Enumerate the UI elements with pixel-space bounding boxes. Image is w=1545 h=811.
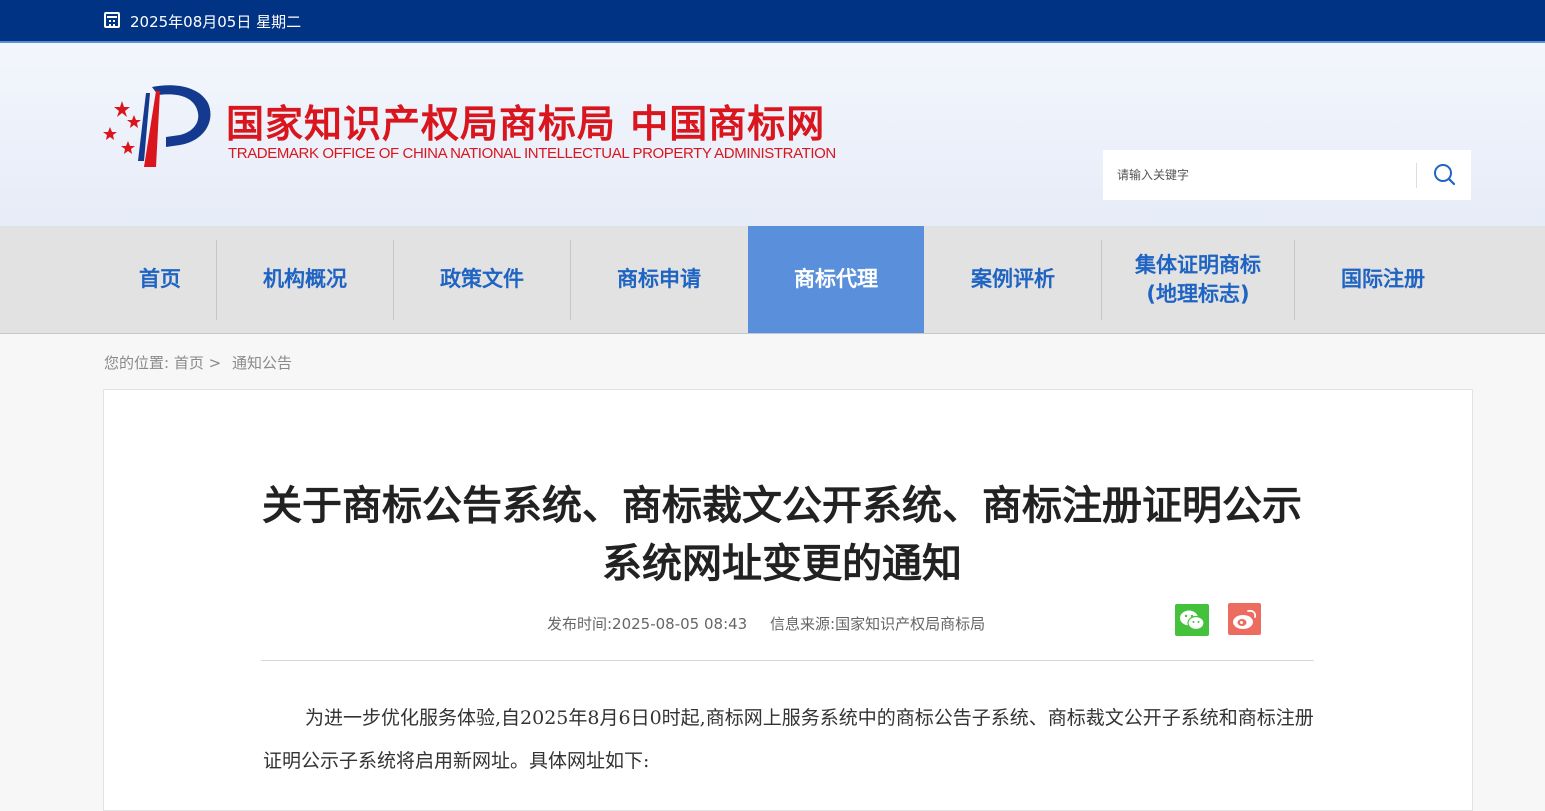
nav-agency[interactable]: 商标代理 (748, 226, 924, 333)
nav-policy[interactable]: 政策文件 (394, 226, 570, 333)
search-icon (1434, 164, 1456, 186)
nav-home[interactable]: 首页 (104, 226, 216, 333)
calendar-icon (104, 12, 120, 28)
article-title-text: 关于商标公告系统、商标裁文公开系统、商标注册证明公示系统网址变更的通知 (262, 483, 1302, 587)
wechat-icon (1180, 610, 1205, 631)
publish-time: 发布时间:2025-08-05 08:43 (547, 615, 748, 633)
nav-collective-marks[interactable]: 集体证明商标 (地理标志) (1102, 226, 1294, 333)
info-source: 信息来源:国家知识产权局商标局 (770, 615, 986, 633)
current-date: 2025年08月05日 星期二 (130, 13, 302, 31)
share-weibo-button[interactable] (1228, 603, 1261, 635)
article-meta: 发布时间:2025-08-05 08:43 信息来源:国家知识产权局商标局 (547, 613, 985, 634)
top-bar: 2025年08月05日 星期二 (0, 0, 1545, 43)
weibo-icon (1233, 609, 1257, 629)
logo-title-en[interactable]: TRADEMARK OFFICE OF CHINA NATIONAL INTEL… (228, 145, 836, 162)
breadcrumb-prefix: 您的位置: (104, 354, 170, 372)
nav-international[interactable]: 国际注册 (1295, 226, 1471, 333)
article-paragraph: 为进一步优化服务体验,自2025年8月6日0时起,商标网上服务系统中的商标公告子… (263, 707, 1314, 772)
article-title: 关于商标公告系统、商标裁文公开系统、商标注册证明公示系统网址变更的通知 (0, 477, 1545, 593)
article-divider (261, 660, 1314, 661)
nav-application[interactable]: 商标申请 (571, 226, 747, 333)
breadcrumb-separator: > (208, 354, 222, 372)
nav-about[interactable]: 机构概况 (217, 226, 393, 333)
nav-cases[interactable]: 案例评析 (925, 226, 1101, 333)
search-divider (1416, 163, 1417, 188)
breadcrumb-current[interactable]: 通知公告 (232, 354, 292, 372)
share-wechat-button[interactable] (1175, 604, 1209, 636)
main-nav: 首页 机构概况 政策文件 商标申请 商标代理 案例评析 集体证明商标 (地理标志… (0, 226, 1545, 334)
site-header: 国家知识产权局商标局 中国商标网 TRADEMARK OFFICE OF CHI… (0, 43, 1545, 226)
search-button[interactable] (1428, 160, 1460, 190)
breadcrumb-home[interactable]: 首页 (174, 354, 204, 372)
article-body: 为进一步优化服务体验,自2025年8月6日0时起,商标网上服务系统中的商标公告子… (263, 697, 1318, 783)
search-input[interactable] (1103, 150, 1413, 200)
breadcrumb: 您的位置: 首页 > 通知公告 (104, 352, 292, 373)
logo-title-cn[interactable]: 国家知识产权局商标局 中国商标网 (226, 93, 825, 148)
logo-emblem-icon[interactable] (100, 81, 216, 171)
search-box (1103, 150, 1471, 200)
